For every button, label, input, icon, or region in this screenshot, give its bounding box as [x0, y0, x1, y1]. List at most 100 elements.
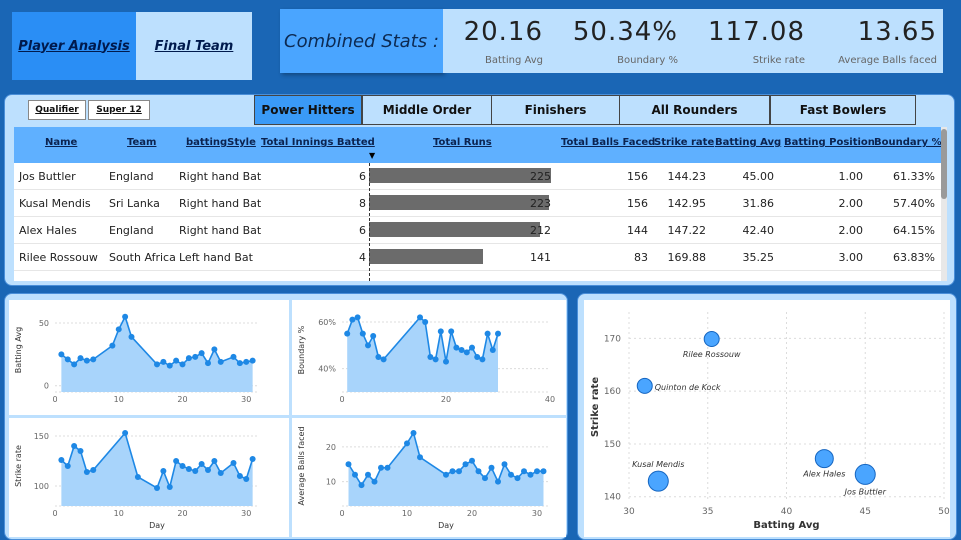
col-strike-rate[interactable]: Strike rate — [654, 137, 714, 148]
data-point — [166, 484, 173, 490]
cell-batting-position: 3.00 — [838, 251, 864, 264]
y-tick-label: 100 — [34, 482, 49, 491]
col-name[interactable]: Name — [45, 137, 77, 148]
data-point — [160, 358, 167, 365]
data-point — [354, 314, 361, 321]
col-batting-position[interactable]: Batting Position — [784, 137, 875, 148]
data-point — [83, 357, 90, 364]
x-tick-label: 0 — [339, 509, 344, 518]
runs-value: 212 — [530, 224, 551, 237]
data-point — [365, 471, 371, 478]
cell-name: Alex Hales — [19, 224, 77, 237]
boundary-chart: 40% 60% 0 20 40 Boundary % — [292, 300, 566, 415]
data-point — [365, 342, 371, 349]
cell-name: Kusal Mendis — [19, 197, 91, 210]
data-point — [540, 468, 547, 475]
data-point — [205, 360, 211, 367]
batting-avg-chart-svg: 0 50 0 10 20 30 Batting Avg — [14, 313, 259, 404]
table-scrollbar-thumb[interactable] — [941, 129, 947, 199]
data-point — [469, 344, 475, 351]
kpi-strike-rate: 117.08 Strike rate — [678, 9, 805, 73]
col-team[interactable]: Team — [127, 137, 156, 148]
data-point — [90, 467, 97, 473]
tab-power-hitters[interactable]: Power Hitters — [254, 95, 362, 125]
y-tick-label: 50 — [39, 319, 49, 328]
runs-value: 225 — [530, 170, 551, 183]
data-point — [64, 463, 71, 469]
data-point — [479, 356, 486, 363]
final-team-tab[interactable]: Final Team — [136, 12, 252, 80]
y-tick-label: 150 — [34, 432, 49, 441]
cell-batting-avg: 31.86 — [742, 197, 775, 210]
x-tick-label: 40 — [545, 395, 555, 404]
data-point — [495, 478, 501, 485]
x-tick-label: 0 — [339, 395, 344, 404]
cell-strike-rate: 169.88 — [667, 251, 707, 264]
table-row[interactable]: Jos Buttler England Right hand Bat 6 156 144.… — [14, 163, 941, 190]
data-point — [345, 461, 352, 468]
cell-batting-position: 2.00 — [838, 224, 864, 237]
data-point — [521, 468, 527, 475]
cell-name: Rilee Rossouw — [19, 251, 98, 264]
data-point — [230, 353, 237, 360]
trend-charts-panel: 0 50 0 10 20 30 Batting Avg 40% 60% 0 20 40 Boundar… — [4, 293, 568, 540]
tab-finishers[interactable]: Finishers — [491, 95, 620, 125]
scatter-point — [636, 377, 653, 394]
data-point — [417, 314, 423, 321]
tab-fast-bowlers[interactable]: Fast Bowlers — [770, 95, 916, 125]
y-axis-label: Strike rate — [14, 445, 23, 487]
point-label: Alex Hales — [802, 470, 845, 479]
x-tick-label: 10 — [114, 395, 124, 404]
cell-batting-style: Right hand Bat — [179, 224, 262, 237]
data-point — [58, 457, 65, 463]
col-innings[interactable]: Total Innings Batted — [261, 137, 375, 148]
data-point — [64, 356, 71, 363]
col-total-runs[interactable]: Total Runs — [433, 137, 492, 148]
tab-all-rounders[interactable]: All Rounders — [619, 95, 770, 125]
data-point — [236, 360, 243, 367]
cell-strike-rate: 147.22 — [667, 224, 707, 237]
data-point — [154, 361, 160, 368]
table-row[interactable]: Alex Hales England Right hand Bat 6 144 147.2… — [14, 217, 941, 244]
tab-middle-order[interactable]: Middle Order — [362, 95, 492, 125]
player-table-panel: Qualifier Super 12 Power Hitters Middle … — [4, 94, 955, 286]
data-point — [462, 461, 469, 468]
col-balls-faced[interactable]: Total Balls Faced — [561, 137, 655, 148]
data-point — [482, 475, 488, 482]
data-point — [469, 457, 475, 464]
runs-value: 141 — [530, 251, 551, 264]
point-label: Jos Buttler — [843, 487, 887, 496]
x-tick-label: 50 — [938, 507, 950, 517]
player-analysis-tab[interactable]: Player Analysis — [12, 12, 136, 80]
data-point — [71, 443, 78, 449]
col-batting-avg[interactable]: Batting Avg — [715, 137, 781, 148]
kpi-value: 50.34% — [572, 17, 678, 47]
boundary-chart-svg: 40% 60% 0 20 40 Boundary % — [297, 314, 555, 404]
cell-batting-avg: 35.25 — [742, 251, 775, 264]
table-row[interactable]: Rilee Rossouw South Africa Left hand Bat 4 8… — [14, 244, 941, 271]
qualifier-filter-button[interactable]: Qualifier — [28, 100, 86, 120]
cell-balls-faced: 83 — [634, 251, 648, 264]
runs-bar — [369, 195, 549, 210]
kpi-panel: 20.16 Batting Avg 50.34% Boundary % 117.… — [443, 9, 943, 73]
table-row[interactable]: Kusal Mendis Sri Lanka Right hand Bat 8 156 1… — [14, 190, 941, 217]
sort-down-icon[interactable]: ▼ — [369, 151, 375, 160]
y-tick-label: 60% — [318, 318, 336, 327]
col-boundary[interactable]: Boundary % — [874, 137, 942, 148]
runs-value: 223 — [530, 197, 551, 210]
data-point — [122, 430, 129, 436]
runs-bar — [369, 249, 483, 264]
data-point — [417, 454, 423, 461]
data-point — [344, 330, 351, 337]
x-tick-label: 45 — [860, 507, 871, 517]
data-point — [205, 467, 211, 473]
cell-innings: 6 — [359, 224, 366, 237]
x-tick-label: 0 — [52, 395, 57, 404]
kpi-boundary: 50.34% Boundary % — [543, 9, 678, 73]
super12-filter-button[interactable]: Super 12 — [88, 100, 150, 120]
data-point — [77, 448, 84, 454]
cell-boundary: 61.33% — [893, 170, 935, 183]
y-tick-label: 170 — [604, 334, 621, 344]
data-point — [192, 353, 199, 360]
col-batting-style[interactable]: battingStyle — [186, 137, 256, 148]
